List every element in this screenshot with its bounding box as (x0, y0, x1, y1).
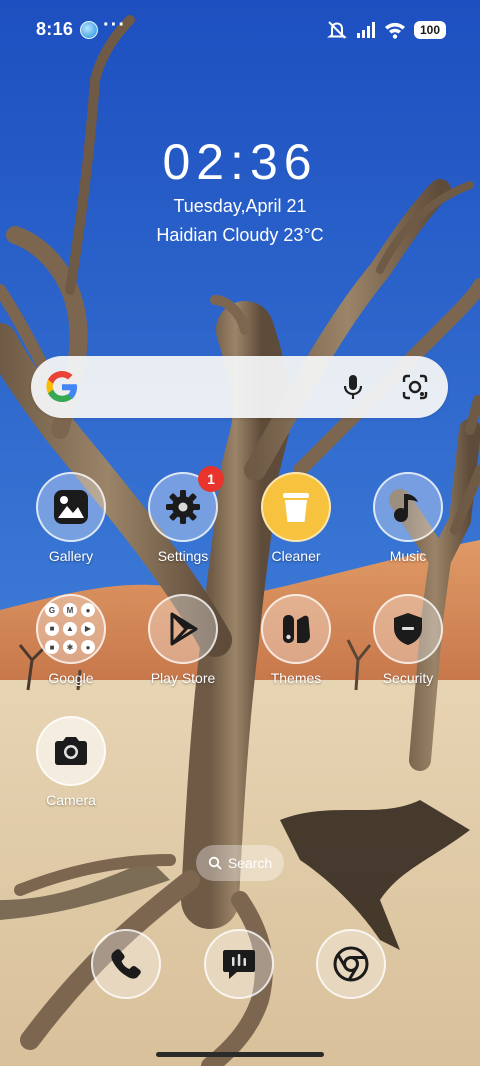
google-logo (46, 371, 77, 402)
app-search-pill[interactable]: Search (196, 845, 284, 881)
status-time: 8:16 (36, 19, 74, 39)
signal-icon (357, 22, 375, 38)
folder-contents: G M ● ■ ▲ ▶ ■ ✱ ● (45, 603, 97, 655)
notification-badge: 1 (198, 466, 224, 492)
home-indicator[interactable] (156, 1052, 324, 1057)
folder-mini-icon: ■ (45, 640, 59, 655)
app-camera[interactable]: Camera (21, 716, 121, 816)
app-label: Settings (157, 548, 209, 564)
folder-icon: G M ● ■ ▲ ▶ ■ ✱ ● (36, 594, 106, 664)
status-icons: 100 (326, 19, 446, 41)
app-label: Gallery (48, 548, 94, 564)
folder-mini-icon: ▲ (63, 621, 77, 636)
app-label: Play Store (150, 670, 216, 686)
phone-icon (111, 949, 141, 979)
clock-weather: Haidian Cloudy 23°C (156, 225, 324, 245)
clock-date: Tuesday,April 21 (173, 196, 307, 216)
google-search-bar[interactable] (31, 356, 448, 418)
shield-icon (373, 594, 443, 664)
folder-mini-icon: G (45, 603, 59, 617)
app-notification-icon (80, 21, 98, 39)
dock-messages[interactable] (204, 929, 274, 999)
play-store-icon (148, 594, 218, 664)
messages-icon (223, 950, 255, 979)
app-label: Music (389, 548, 427, 564)
folder-mini-icon: ■ (45, 621, 59, 636)
folder-mini-icon: ✱ (63, 640, 77, 655)
status-bar: 8:16 ··· 100 (0, 0, 480, 60)
folder-mini-icon: ● (81, 603, 95, 617)
app-play-store[interactable]: Play Store (133, 594, 233, 694)
app-label: Camera (46, 792, 96, 808)
app-security[interactable]: Security (358, 594, 458, 694)
folder-mini-icon: ▶ (81, 621, 95, 636)
battery-icon: 100 (414, 21, 446, 39)
folder-mini-icon: M (63, 603, 77, 617)
app-gallery[interactable]: Gallery (21, 472, 121, 572)
mute-icon (327, 21, 347, 39)
chrome-icon (333, 946, 369, 982)
dock-phone[interactable] (91, 929, 161, 999)
app-settings[interactable]: 1 Settings (133, 466, 233, 572)
dock-chrome[interactable] (316, 929, 386, 999)
app-label: Themes (270, 670, 322, 686)
search-icon (208, 856, 222, 870)
trash-icon (261, 472, 331, 542)
app-label: Google (48, 670, 94, 686)
clock-time: 02:36 (162, 134, 318, 190)
app-folder-google[interactable]: G M ● ■ ▲ ▶ ■ ✱ ● Google (21, 594, 121, 694)
app-search-label: Search (227, 855, 273, 871)
app-themes[interactable]: Themes (246, 594, 346, 694)
music-note-icon (373, 472, 443, 542)
mic-icon[interactable] (338, 372, 368, 402)
themes-icon (261, 594, 331, 664)
camera-icon (36, 716, 106, 786)
app-cleaner[interactable]: Cleaner (246, 472, 346, 572)
folder-mini-icon: ● (81, 640, 95, 655)
wifi-icon (385, 22, 405, 39)
app-label: Cleaner (271, 548, 321, 564)
lens-icon[interactable] (400, 372, 430, 402)
more-notifications-icon: ··· (103, 14, 126, 36)
gallery-icon (36, 472, 106, 542)
app-label: Security (382, 670, 434, 686)
app-music[interactable]: Music (358, 472, 458, 572)
